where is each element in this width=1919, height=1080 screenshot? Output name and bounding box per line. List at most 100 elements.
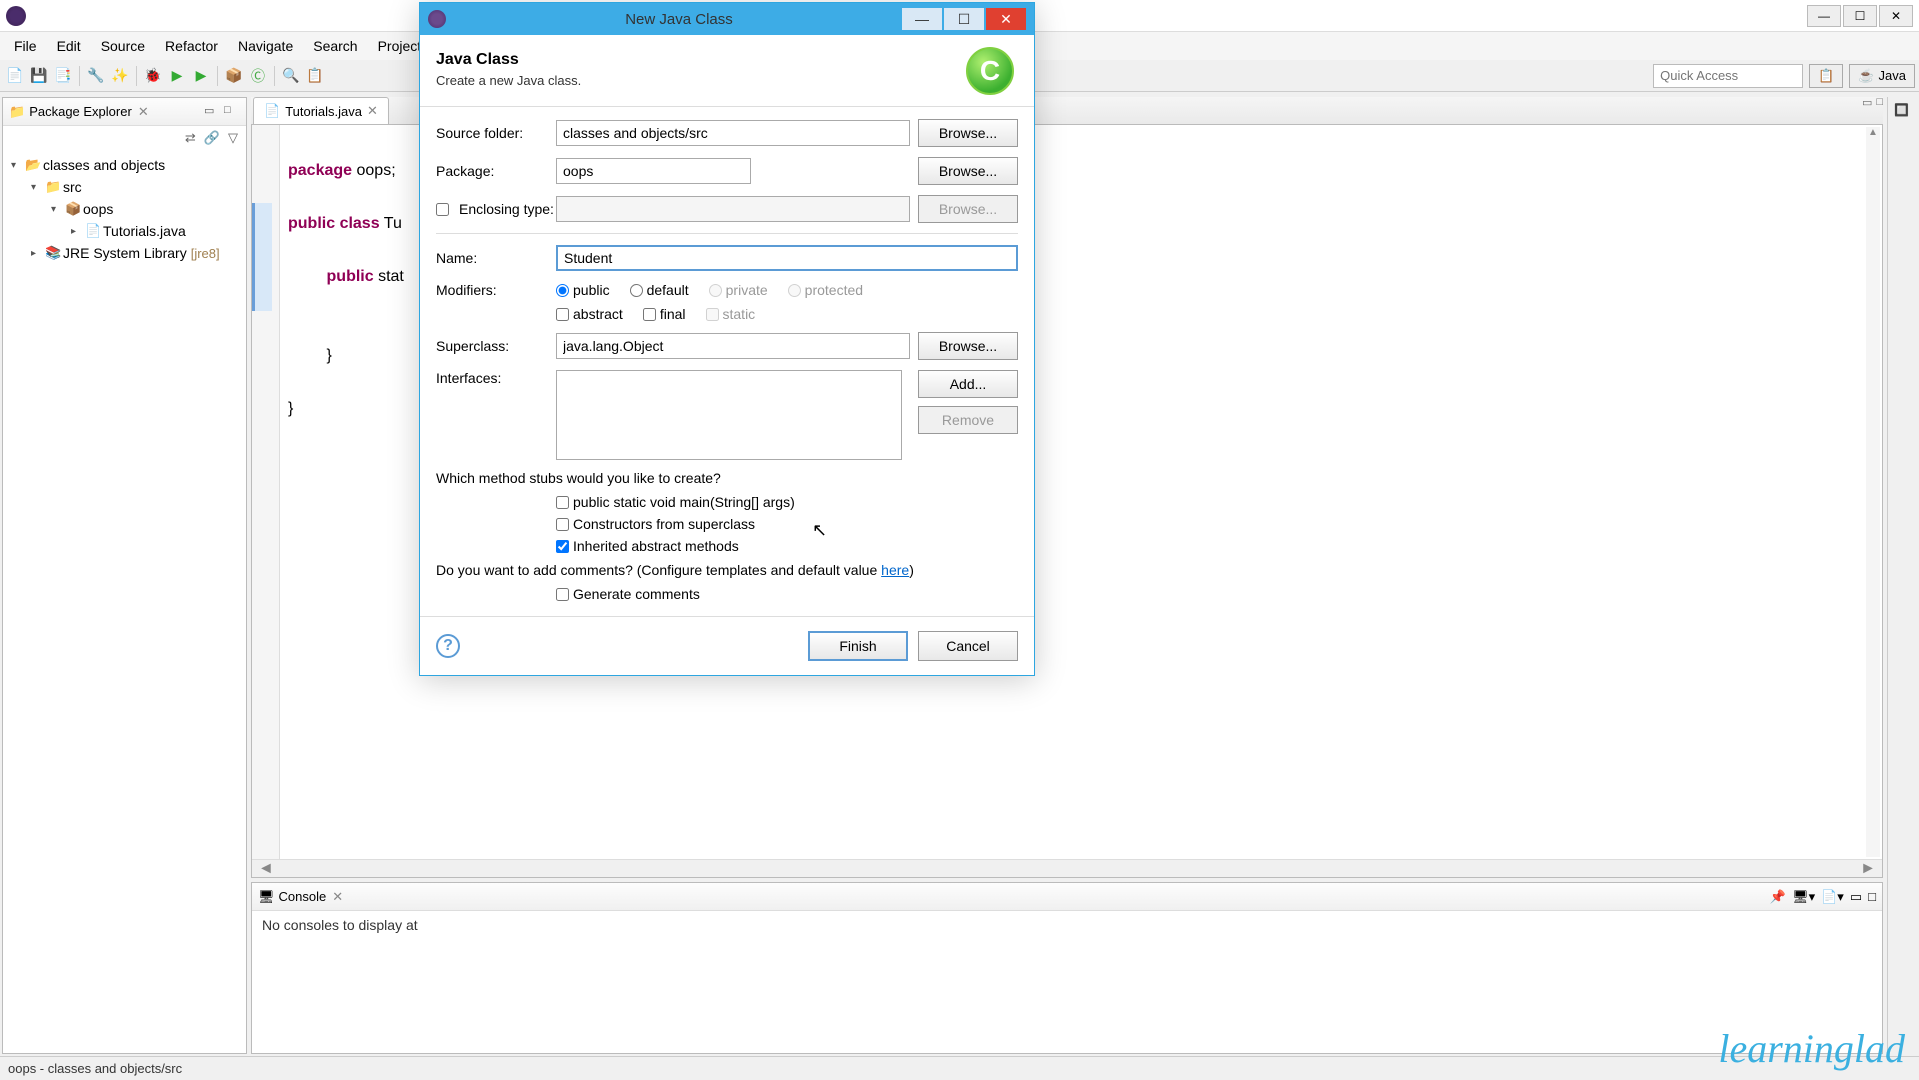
configure-templates-link[interactable]: here	[881, 562, 909, 578]
run-last-icon[interactable]: ▶	[190, 65, 212, 87]
menu-search[interactable]: Search	[303, 34, 367, 58]
cancel-button[interactable]: Cancel	[918, 631, 1018, 661]
maximize-editor-icon[interactable]: □	[1876, 96, 1883, 109]
dialog-title-bar[interactable]: New Java Class — ☐ ✕	[420, 3, 1034, 35]
maximize-view-icon[interactable]: □	[224, 104, 240, 120]
editor-tab-tutorials[interactable]: 📄 Tutorials.java ✕	[253, 97, 389, 124]
tree-src-folder[interactable]: ▾ 📁 src	[3, 176, 246, 198]
outline-view-icon[interactable]: 🔲	[1888, 97, 1917, 123]
add-interface-button[interactable]: Add...	[918, 370, 1018, 398]
interfaces-list[interactable]	[556, 370, 902, 460]
link-editor-icon[interactable]: 🔗	[204, 130, 220, 146]
tree-project[interactable]: ▾ 📂 classes and objects	[3, 154, 246, 176]
menu-file[interactable]: File	[4, 34, 47, 58]
stub-inherited-checkbox[interactable]	[556, 540, 569, 553]
modifier-final-checkbox[interactable]	[643, 308, 656, 321]
modifier-abstract-checkbox[interactable]	[556, 308, 569, 321]
new-class-icon[interactable]: Ⓒ	[247, 65, 269, 87]
minimize-editor-icon[interactable]: ▭	[1862, 96, 1872, 109]
minimize-view-icon[interactable]: ▭	[204, 104, 220, 120]
stub-constructors-checkbox[interactable]	[556, 518, 569, 531]
comments-question: Do you want to add comments? (Configure …	[436, 562, 1018, 578]
dialog-banner-title: Java Class	[436, 51, 581, 69]
modifier-public-radio[interactable]	[556, 284, 569, 297]
superclass-input[interactable]	[556, 333, 910, 359]
library-icon: 📚	[45, 245, 63, 261]
open-task-icon[interactable]: 🔍	[280, 65, 302, 87]
folder-icon: 📁	[9, 104, 25, 120]
dialog-close-button[interactable]: ✕	[986, 8, 1026, 30]
tool-icon[interactable]: ✨	[109, 65, 131, 87]
dialog-maximize-button[interactable]: ☐	[944, 8, 984, 30]
browse-package-button[interactable]: Browse...	[918, 157, 1018, 185]
browse-superclass-button[interactable]: Browse...	[918, 332, 1018, 360]
save-all-icon[interactable]: 📑	[52, 65, 74, 87]
modifier-protected-radio	[788, 284, 801, 297]
menu-edit[interactable]: Edit	[47, 34, 91, 58]
source-folder-icon: 📁	[45, 179, 63, 195]
tree-java-file[interactable]: ▸ 📄 Tutorials.java	[3, 220, 246, 242]
watermark: learninglad	[1718, 1025, 1905, 1072]
status-bar: oops - classes and objects/src	[0, 1056, 1919, 1080]
package-icon: 📦	[65, 201, 83, 217]
open-type-icon[interactable]: 🔧	[85, 65, 107, 87]
java-perspective-button[interactable]: ☕ Java	[1849, 64, 1915, 88]
save-icon[interactable]: 💾	[28, 65, 50, 87]
pin-console-icon[interactable]: 📌	[1770, 889, 1786, 905]
close-tab-icon[interactable]: ✕	[367, 103, 378, 119]
expand-icon: ▾	[11, 160, 25, 171]
expand-icon: ▾	[31, 182, 45, 193]
source-folder-input[interactable]	[556, 120, 910, 146]
modifier-default-radio[interactable]	[630, 284, 643, 297]
project-icon: 📂	[25, 157, 43, 173]
new-package-icon[interactable]: 📦	[223, 65, 245, 87]
tool2-icon[interactable]: 📋	[304, 65, 326, 87]
close-icon[interactable]: ✕	[138, 104, 149, 120]
scroll-right-icon[interactable]: ►	[1854, 860, 1882, 878]
package-label: Package:	[436, 163, 556, 179]
enclosing-type-input	[556, 196, 910, 222]
new-console-icon[interactable]: 📄▾	[1821, 889, 1844, 905]
package-input[interactable]	[556, 158, 751, 184]
open-perspective-button[interactable]: 📋	[1809, 64, 1843, 88]
menu-source[interactable]: Source	[91, 34, 155, 58]
interfaces-label: Interfaces:	[436, 370, 556, 386]
name-input[interactable]	[556, 245, 1018, 271]
superclass-label: Superclass:	[436, 338, 556, 354]
tree-package[interactable]: ▾ 📦 oops	[3, 198, 246, 220]
close-console-icon[interactable]: ✕	[332, 889, 343, 905]
quick-access-input[interactable]	[1653, 64, 1803, 88]
browse-source-button[interactable]: Browse...	[918, 119, 1018, 147]
code-content: package oops; public class Tu public sta…	[288, 131, 404, 448]
tree-jre-library[interactable]: ▸ 📚 JRE System Library [jre8]	[3, 242, 246, 264]
finish-button[interactable]: Finish	[808, 631, 908, 661]
scroll-up-icon[interactable]: ▲	[1866, 127, 1880, 138]
enclosing-type-checkbox[interactable]	[436, 203, 449, 216]
view-menu-icon[interactable]: ▽	[228, 130, 238, 146]
dialog-minimize-button[interactable]: —	[902, 8, 942, 30]
browse-enclosing-button: Browse...	[918, 195, 1018, 223]
eclipse-close-button[interactable]: ✕	[1879, 5, 1913, 27]
menu-refactor[interactable]: Refactor	[155, 34, 228, 58]
display-console-icon[interactable]: 🖥▾	[1792, 889, 1815, 905]
collapse-all-icon[interactable]: ⇄	[185, 130, 196, 146]
right-trim-bar: 🔲	[1887, 97, 1917, 1054]
java-file-icon: 📄	[85, 223, 103, 239]
min-console-icon[interactable]: ▭	[1850, 889, 1862, 905]
stub-main-checkbox[interactable]	[556, 496, 569, 509]
new-icon[interactable]: 📄	[4, 65, 26, 87]
eclipse-minimize-button[interactable]: —	[1807, 5, 1841, 27]
method-stubs-question: Which method stubs would you like to cre…	[436, 470, 1018, 486]
eclipse-icon	[6, 6, 26, 26]
remove-interface-button: Remove	[918, 406, 1018, 434]
max-console-icon[interactable]: □	[1868, 889, 1876, 905]
new-java-class-dialog: New Java Class — ☐ ✕ Java Class Create a…	[419, 2, 1035, 676]
modifier-private-radio	[709, 284, 722, 297]
scroll-left-icon[interactable]: ◄	[252, 860, 280, 878]
generate-comments-checkbox[interactable]	[556, 588, 569, 601]
menu-navigate[interactable]: Navigate	[228, 34, 303, 58]
eclipse-maximize-button[interactable]: ☐	[1843, 5, 1877, 27]
debug-icon[interactable]: 🐞	[142, 65, 164, 87]
help-icon[interactable]: ?	[436, 634, 460, 658]
run-icon[interactable]: ▶	[166, 65, 188, 87]
